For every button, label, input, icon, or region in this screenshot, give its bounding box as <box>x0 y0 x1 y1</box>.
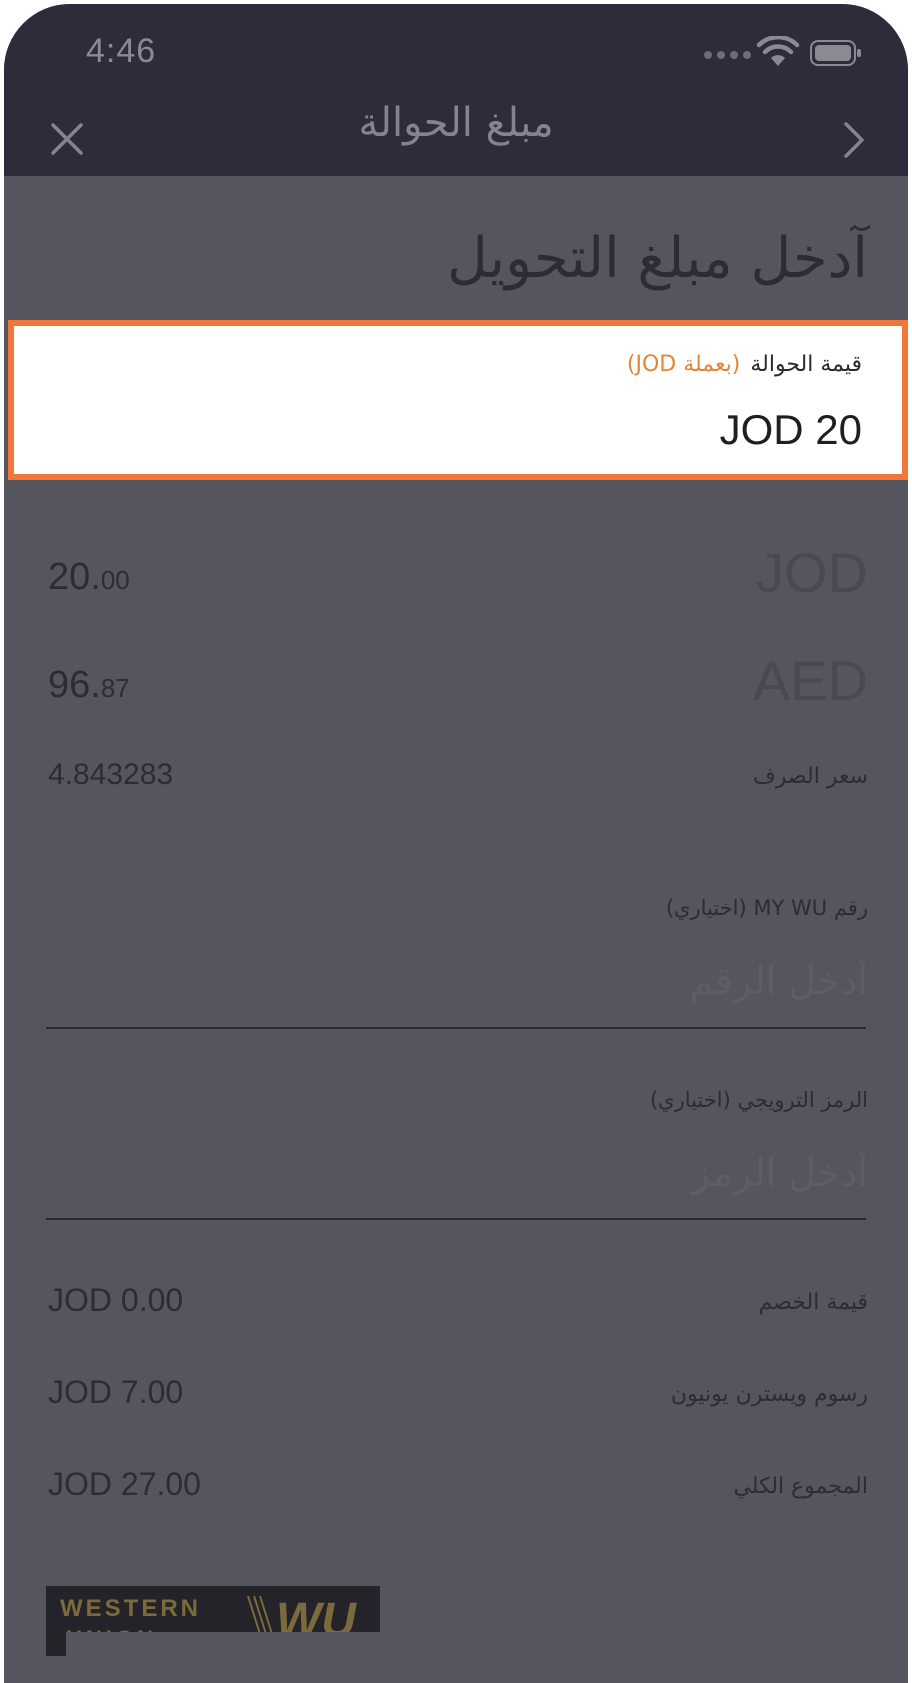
send-amount-label-text: قيمة الحوالة <box>750 352 862 377</box>
phone-frame: 4:46 مبلغ الحوالة آدخل مبلغ التحويل قيمة… <box>0 0 912 1683</box>
logo-line1: WESTERN <box>60 1595 201 1622</box>
send-amount-whole: 20. <box>48 556 101 598</box>
discount-label: قيمة الخصم <box>758 1290 868 1315</box>
status-time: 4:46 <box>86 32 157 70</box>
exchange-rate-label: سعر الصرف <box>752 764 868 789</box>
send-amount-field[interactable]: قيمة الحوالة (بعملة JOD) JOD 20 <box>8 320 908 480</box>
promo-code-input[interactable] <box>48 1146 868 1200</box>
mywu-number-input[interactable] <box>48 954 868 1008</box>
receive-amount-whole: 96. <box>48 664 101 706</box>
send-amount-value[interactable]: JOD 20 <box>720 406 862 454</box>
discount-value: JOD 0.00 <box>48 1282 184 1318</box>
fee-value: JOD 7.00 <box>48 1374 184 1410</box>
western-union-logo: WESTERN UNION WU <box>46 1586 380 1656</box>
mywu-number-underline <box>46 1027 866 1029</box>
receive-amount-fraction: 87 <box>100 673 130 703</box>
total-label: المجموع الكلي <box>733 1474 868 1499</box>
wifi-icon <box>756 36 800 66</box>
battery-icon <box>810 40 861 66</box>
chevron-right-icon[interactable] <box>842 120 866 160</box>
top-bar: 4:46 مبلغ الحوالة <box>4 4 908 176</box>
promo-code-label: الرمز الترويجي (اختياري) <box>649 1088 868 1112</box>
signal-icon <box>704 51 751 59</box>
screen: 4:46 مبلغ الحوالة آدخل مبلغ التحويل قيمة… <box>4 4 908 1683</box>
close-icon[interactable] <box>50 122 84 156</box>
send-amount-display: 20.00 <box>48 556 130 599</box>
page-headline: آدخل مبلغ التحويل <box>447 226 868 291</box>
promo-code-underline <box>46 1218 866 1220</box>
currency-hint: (بعملة JOD) <box>626 352 741 377</box>
fee-label: رسوم ويسترن يونيون <box>670 1382 868 1407</box>
receive-amount-display: 96.87 <box>48 664 130 707</box>
receive-currency-code: AED <box>752 649 868 712</box>
send-amount-label: قيمة الحوالة (بعملة JOD) <box>627 352 862 377</box>
send-currency-code: JOD <box>756 541 868 604</box>
send-amount-fraction: 00 <box>100 565 130 595</box>
exchange-rate-value: 4.843283 <box>48 758 174 791</box>
mywu-number-label: رقم MY WU (اختياري) <box>665 896 868 920</box>
nav-title: مبلغ الحوالة <box>358 100 554 146</box>
total-value: JOD 27.00 <box>48 1466 201 1502</box>
